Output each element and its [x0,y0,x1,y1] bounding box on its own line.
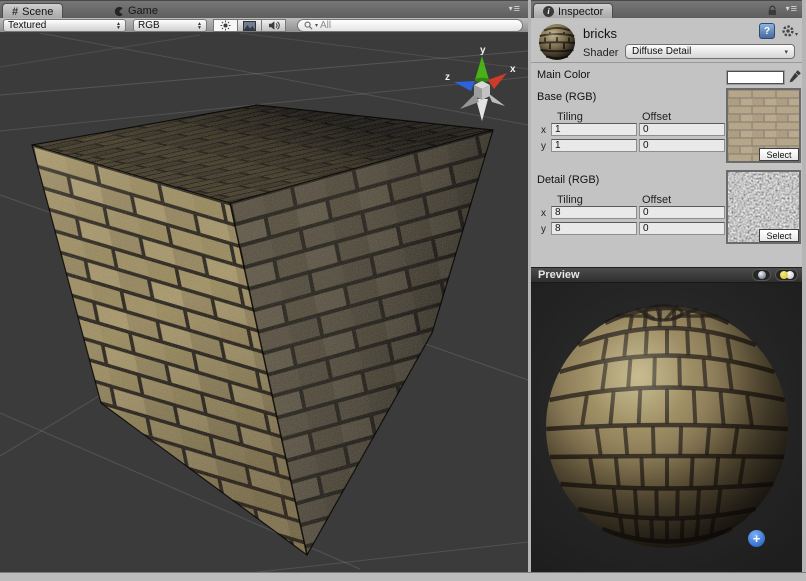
sphere-icon [758,271,766,279]
gear-icon [781,24,795,38]
gear-menu[interactable]: ▾ [781,24,798,38]
base-x-label: x [541,125,546,136]
material-preview-thumb [537,21,577,61]
preview-area[interactable]: + [531,283,802,572]
tab-game-label: Game [128,5,158,17]
tab-game[interactable]: Game [104,3,167,19]
scene-3d-view: y x z [0,33,528,572]
chevron-down-icon: ▾ [784,48,788,56]
preview-shape-button[interactable] [752,269,771,281]
speaker-icon [268,20,280,31]
image-icon [243,21,256,31]
base-offset-y-field[interactable] [639,139,725,152]
gizmo-z-cone[interactable] [454,81,475,91]
status-bar [0,572,806,581]
base-y-label: y [541,141,546,152]
scene-tabbar: # Scene Game ▾ ≡ [0,0,528,18]
unity-window: # Scene Game ▾ ≡ Textured ▲▼ [0,0,806,581]
base-tiling-y-field[interactable] [551,139,637,152]
tab-scene-label: Scene [22,6,53,18]
scene-toolbar: Textured ▲▼ RGB ▲▼ [0,18,528,33]
grid-icon: # [12,6,18,18]
scene-panel: # Scene Game ▾ ≡ Textured ▲▼ [0,0,528,572]
scene-panel-menu-icon[interactable]: ▾ ≡ [509,4,520,14]
gizmo-x-label: x [510,64,516,75]
gizmo-axis-cone[interactable] [488,93,505,106]
base-offset-header: Offset [642,111,671,123]
game-icon [113,6,124,17]
material-name: bricks [583,26,617,41]
detail-offset-y-field[interactable] [639,222,725,235]
detail-select-button[interactable]: Select [759,229,799,242]
shader-dropdown[interactable]: Diffuse Detail ▾ [625,44,795,59]
gizmo-y-label: y [480,45,486,56]
detail-tiling-x-field[interactable] [551,206,637,219]
shader-value: Diffuse Detail [632,46,691,57]
scene-search-field[interactable]: ▾ All [297,19,523,32]
inspector-panel-menu-icon[interactable]: ▾ ≡ [786,4,797,14]
base-tiling-header: Tiling [557,111,583,123]
main-color-swatch[interactable] [727,71,784,84]
detail-offset-x-field[interactable] [639,206,725,219]
scene-lighting-toggle[interactable] [213,19,238,32]
base-texture-slot[interactable]: Select [726,88,801,163]
scene-audio-toggle[interactable] [261,19,286,32]
tab-inspector[interactable]: i Inspector [533,3,613,19]
preview-sphere [531,283,802,572]
tab-inspector-label: Inspector [558,6,603,18]
detail-offset-header: Offset [642,194,671,206]
detail-texture-slot[interactable]: Select [726,170,801,244]
lighting-icon [780,271,794,280]
render-mode-value: Textured [8,20,46,31]
gizmo-y-cone[interactable] [475,56,489,80]
search-icon [304,21,313,30]
inspector-body: bricks Shader Diffuse Detail ▾ ? ▾ Main … [531,18,802,267]
base-offset-x-field[interactable] [639,123,725,136]
base-section-title: Base (RGB) [537,91,596,103]
color-channels-value: RGB [138,20,160,31]
preview-title: Preview [531,269,580,281]
sun-icon [220,20,231,31]
detail-section-title: Detail (RGB) [537,174,599,186]
preview-add-button[interactable]: + [748,530,765,547]
inspector-tabbar: i Inspector ▾ ≡ [531,0,802,18]
gizmo-x-cone[interactable] [488,73,507,89]
scene-viewport[interactable]: y x z [0,33,528,572]
gizmo-z-label: z [445,72,450,83]
base-tiling-x-field[interactable] [551,123,637,136]
detail-y-label: y [541,224,546,235]
help-icon[interactable]: ? [759,23,775,39]
tab-scene[interactable]: # Scene [2,3,63,19]
updown-arrows-icon: ▲▼ [116,22,121,30]
scene-orientation-gizmo[interactable]: y x z [445,45,516,121]
inspector-panel: i Inspector ▾ ≡ [531,0,802,572]
detail-tiling-y-field[interactable] [551,222,637,235]
main-color-label: Main Color [537,69,590,81]
updown-arrows-icon: ▲▼ [197,22,202,30]
scene-fx-toggle[interactable] [237,19,262,32]
eyedropper-icon[interactable] [788,69,802,84]
lock-icon[interactable] [767,5,778,16]
shader-label: Shader [583,47,618,59]
render-mode-dropdown[interactable]: Textured ▲▼ [3,19,126,32]
base-select-button[interactable]: Select [759,148,799,161]
preview-header: Preview [531,267,802,283]
divider [531,62,802,63]
search-filter-caret-icon: ▾ [315,22,318,29]
detail-x-label: x [541,208,546,219]
brick-cube[interactable] [32,105,493,555]
info-icon: i [543,6,554,17]
chevron-down-icon: ▾ [795,31,798,38]
detail-tiling-header: Tiling [557,194,583,206]
color-channels-dropdown[interactable]: RGB ▲▼ [133,19,207,32]
preview-lighting-button[interactable] [775,269,798,281]
search-text: All [320,20,331,31]
